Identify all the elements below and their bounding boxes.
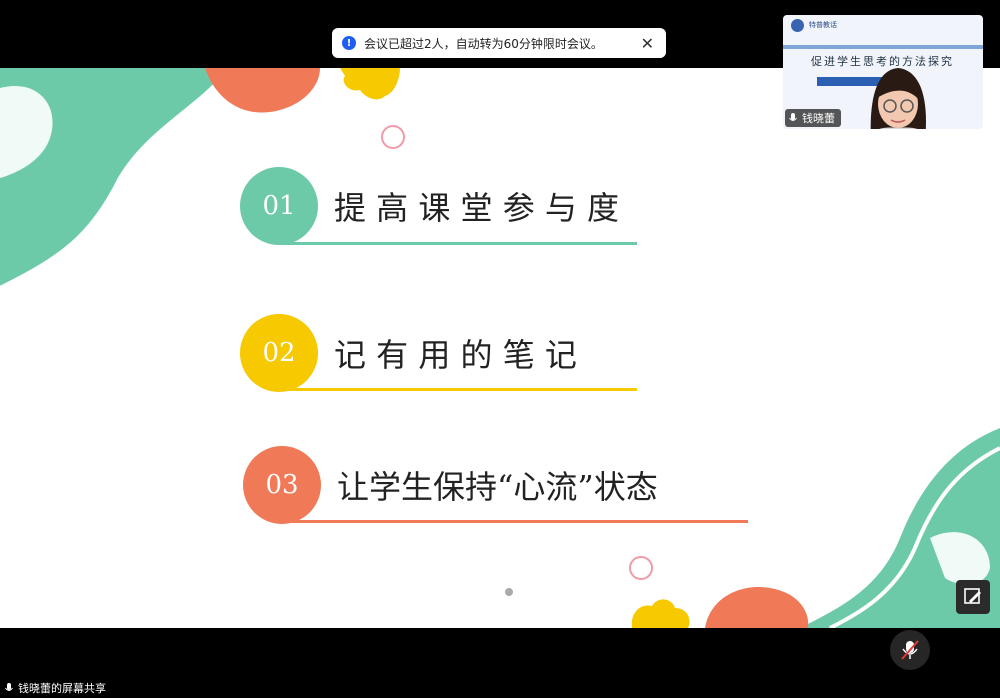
mic-icon <box>5 682 13 691</box>
toast-message: 会议已超过2人，自动转为60分钟限时会议。 <box>364 36 603 51</box>
info-icon: ! <box>342 36 356 50</box>
close-icon[interactable]: ✕ <box>641 34 654 53</box>
slide-item-3: 03 让学生保持“心流”状态 <box>243 446 658 524</box>
mute-button[interactable] <box>890 630 930 670</box>
meeting-limit-toast: ! 会议已超过2人，自动转为60分钟限时会议。 ✕ <box>332 28 666 58</box>
screen-share-text: 钱晓蕾的屏幕共享 <box>18 682 106 695</box>
shared-slide: 01 提 高 课 堂 参 与 度 02 记 有 用 的 笔 记 03 让学生保持… <box>0 68 1000 628</box>
pink-ring-bottom <box>629 556 653 580</box>
yellow-flower-top <box>340 68 400 100</box>
orange-blob-bottom <box>705 587 809 628</box>
slide-item-2: 02 记 有 用 的 笔 记 <box>240 314 577 392</box>
item-1-underline <box>282 242 637 245</box>
participant-name: 钱晓蕾 <box>802 112 835 125</box>
item-number-circle: 02 <box>240 314 318 392</box>
pen-edit-icon <box>964 588 981 604</box>
item-number-circle: 03 <box>243 446 321 524</box>
item-number-circle: 01 <box>240 167 318 245</box>
item-label: 让学生保持“心流”状态 <box>337 468 658 506</box>
item-2-underline <box>282 388 637 391</box>
mic-muted-icon <box>901 640 919 660</box>
item-label: 记 有 用 的 笔 记 <box>334 336 577 374</box>
school-logo-icon <box>791 19 804 32</box>
participant-avatar <box>870 68 926 129</box>
screen-share-label: 钱晓蕾的屏幕共享 <box>5 680 106 696</box>
mic-icon <box>789 112 797 121</box>
item-3-underline <box>285 520 748 523</box>
item-label: 提 高 课 堂 参 与 度 <box>334 189 620 227</box>
video-slide-band <box>783 45 983 49</box>
video-logo-text: 特普教话 <box>809 21 837 29</box>
bottom-bar <box>0 628 1000 698</box>
yellow-flower-bottom <box>631 599 690 628</box>
annotate-button[interactable] <box>956 580 990 614</box>
slide-item-1: 01 提 高 课 堂 参 与 度 <box>240 167 619 245</box>
orange-blob-top <box>205 68 320 113</box>
participant-video[interactable]: 特普教话 促进学生思考的方法探究 钱晓蕾 <box>783 15 983 129</box>
participant-name-tag: 钱晓蕾 <box>785 109 841 127</box>
slide-page-indicator <box>505 588 513 596</box>
pink-ring-top <box>381 125 405 149</box>
